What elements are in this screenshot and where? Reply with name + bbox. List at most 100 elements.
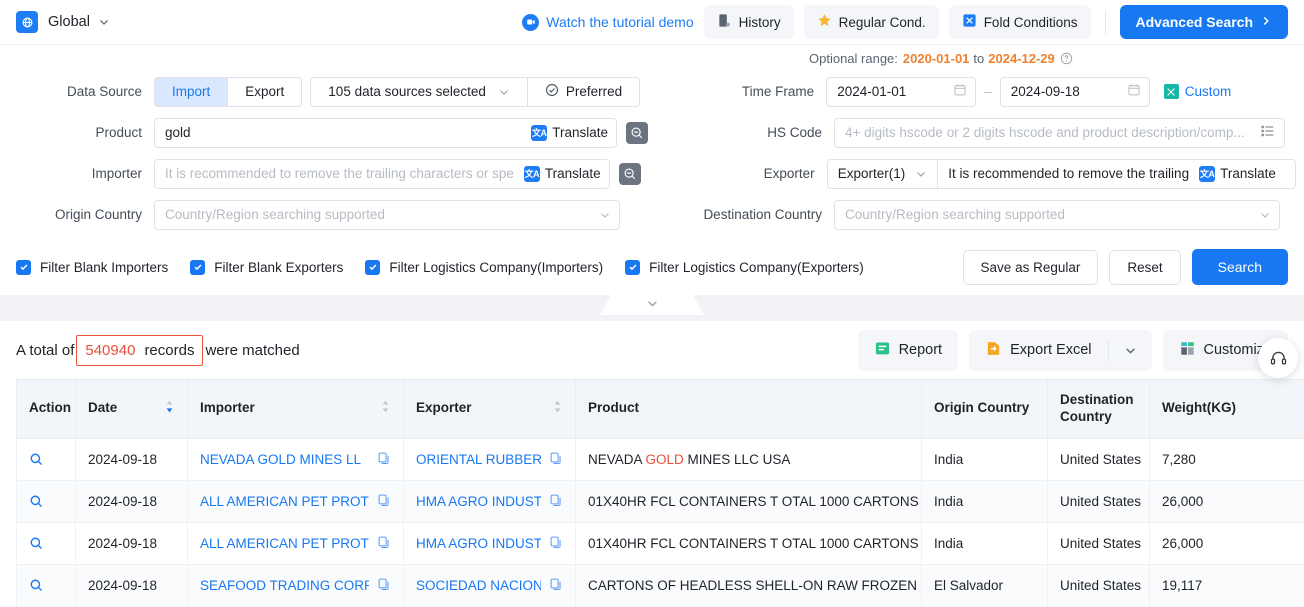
table-row[interactable]: 2024-09-18NEVADA GOLD MINES LLORIENTAL R… [17, 438, 1304, 480]
filter-logistics-importers-checkbox[interactable]: Filter Logistics Company(Importers) [365, 260, 603, 275]
origin-country-select[interactable]: Country/Region searching supported [154, 200, 620, 230]
calendar-icon [1127, 83, 1141, 100]
importer-link[interactable]: SEAFOOD TRADING CORP [200, 578, 369, 593]
history-button[interactable]: History [704, 5, 794, 39]
hs-code-input[interactable]: 4+ digits hscode or 2 digits hscode and … [834, 118, 1285, 148]
exporter-link[interactable]: SOCIEDAD NACIONA [416, 578, 541, 593]
import-tab[interactable]: Import [155, 78, 228, 106]
support-headset-icon[interactable] [1258, 338, 1298, 378]
export-tab[interactable]: Export [228, 78, 301, 106]
hs-code-placeholder: 4+ digits hscode or 2 digits hscode and … [845, 125, 1254, 140]
filter-logistics-importers-label: Filter Logistics Company(Importers) [389, 260, 603, 275]
translate-icon: 文A [531, 125, 547, 141]
filter-logistics-exporters-checkbox[interactable]: Filter Logistics Company(Exporters) [625, 260, 864, 275]
data-sources-group: 105 data sources selected Preferred [310, 77, 640, 107]
column-header-exporter[interactable]: Exporter [404, 380, 576, 439]
time-frame-start-value: 2024-01-01 [837, 84, 906, 99]
importer-link[interactable]: ALL AMERICAN PET PROT [200, 494, 369, 509]
export-excel-button[interactable]: Export Excel [969, 330, 1107, 371]
row-product-cell: CARTONS OF HEADLESS SHELL-ON RAW FROZEN … [576, 564, 922, 606]
preferred-button[interactable]: Preferred [528, 78, 639, 106]
exporter-label: Exporter [687, 166, 827, 181]
view-detail-icon[interactable] [29, 494, 63, 509]
export-options-chevron-down-icon[interactable] [1109, 334, 1152, 367]
copy-icon[interactable] [377, 493, 391, 510]
column-label: Action [29, 400, 71, 417]
exporter-translate-label: Translate [1220, 166, 1276, 181]
origin-country-label: Origin Country [16, 207, 154, 222]
copy-icon[interactable] [549, 577, 563, 594]
importer-link[interactable]: ALL AMERICAN PET PROT [200, 536, 369, 551]
column-header-importer[interactable]: Importer [188, 380, 404, 439]
fold-conditions-button[interactable]: Fold Conditions [949, 5, 1091, 39]
data-sources-select[interactable]: 105 data sources selected [311, 78, 528, 106]
regular-cond-button[interactable]: Regular Cond. [804, 5, 939, 39]
advanced-search-button[interactable]: Advanced Search [1120, 5, 1289, 39]
results-count: 540940 [85, 342, 135, 359]
filters-row: Filter Blank Importers Filter Blank Expo… [0, 235, 1304, 285]
view-detail-icon[interactable] [29, 452, 63, 467]
report-button[interactable]: Report [858, 330, 959, 371]
search-button[interactable]: Search [1192, 249, 1288, 285]
copy-icon[interactable] [377, 535, 391, 552]
exporter-translate-button[interactable]: 文A Translate [1195, 166, 1276, 182]
copy-icon[interactable] [549, 493, 563, 510]
exporter-link[interactable]: HMA AGRO INDUST [416, 494, 541, 509]
collapse-form-toggle[interactable] [600, 295, 704, 315]
table-row[interactable]: 2024-09-18 ALL AMERICAN PET PROT HMA AGRO … [17, 522, 1304, 564]
view-detail-icon[interactable] [29, 536, 63, 551]
table-row[interactable]: 2024-09-18SEAFOOD TRADING CORPSOCIEDAD N… [17, 564, 1304, 606]
fold-icon [962, 13, 977, 31]
sort-icon[interactable] [164, 399, 175, 419]
exporter-mode-select[interactable]: Exporter(1) [827, 159, 938, 189]
row-origin-country-cell: El Salvador [922, 564, 1048, 606]
copy-icon[interactable] [377, 577, 391, 594]
chevron-down-icon [1259, 209, 1271, 221]
time-frame-start-input[interactable]: 2024-01-01 [826, 77, 976, 107]
exporter-link[interactable]: ORIENTAL RUBBER I [416, 452, 541, 467]
row-date-cell: 2024-09-18 [76, 522, 188, 564]
list-icon[interactable] [1260, 123, 1276, 142]
watch-tutorial-link[interactable]: Watch the tutorial demo [522, 14, 693, 31]
translate-icon: 文A [524, 166, 540, 182]
filter-blank-exporters-checkbox[interactable]: Filter Blank Exporters [190, 260, 343, 275]
sort-icon[interactable] [380, 399, 391, 419]
column-header-weight[interactable]: Weight(KG) [1150, 380, 1304, 439]
save-as-regular-button[interactable]: Save as Regular [963, 250, 1099, 285]
importer-zoom-out-icon[interactable] [619, 163, 641, 185]
destination-country-placeholder: Country/Region searching supported [845, 207, 1253, 222]
product-zoom-out-icon[interactable] [626, 122, 648, 144]
time-frame-end-input[interactable]: 2024-09-18 [1000, 77, 1150, 107]
exporter-link[interactable]: HMA AGRO INDUST [416, 536, 541, 551]
time-frame-end-value: 2024-09-18 [1011, 84, 1080, 99]
product-translate-button[interactable]: 文A Translate [527, 125, 608, 141]
optional-range-to: 2024-12-29 [988, 51, 1055, 66]
copy-icon[interactable] [549, 535, 563, 552]
importer-translate-button[interactable]: 文A Translate [520, 166, 601, 182]
filter-blank-importers-checkbox[interactable]: Filter Blank Importers [16, 260, 168, 275]
row-weight-cell: 26,000 [1150, 522, 1304, 564]
exporter-placeholder: It is recommended to remove the trailing [948, 166, 1189, 181]
importer-link[interactable]: NEVADA GOLD MINES LL [200, 452, 361, 467]
destination-country-select[interactable]: Country/Region searching supported [834, 200, 1280, 230]
column-header-date[interactable]: Date [76, 380, 188, 439]
form-row-countries: Origin Country Country/Region searching … [16, 194, 1288, 235]
results-summary: A total of 540940 records were matched [16, 335, 300, 366]
help-icon[interactable] [1060, 52, 1073, 65]
copy-icon[interactable] [549, 451, 563, 468]
check-circle-icon [545, 83, 559, 100]
exporter-input[interactable]: It is recommended to remove the trailing… [937, 159, 1296, 189]
chevron-down-icon [915, 168, 927, 180]
copy-icon[interactable] [377, 451, 391, 468]
importer-input[interactable]: It is recommended to remove the trailing… [154, 159, 610, 189]
row-exporter-cell: SOCIEDAD NACIONA [404, 564, 576, 606]
sort-icon[interactable] [552, 399, 563, 419]
table-row[interactable]: 2024-09-18ALL AMERICAN PET PROTHMA AGRO … [17, 480, 1304, 522]
row-exporter-cell: HMA AGRO INDUST [404, 480, 576, 522]
product-input[interactable]: gold 文A Translate [154, 118, 617, 148]
chevron-down-icon[interactable] [98, 16, 110, 28]
product-translate-label: Translate [552, 125, 608, 140]
view-detail-icon[interactable] [29, 578, 63, 593]
custom-range-button[interactable]: Custom [1164, 84, 1232, 99]
reset-button[interactable]: Reset [1109, 250, 1180, 285]
